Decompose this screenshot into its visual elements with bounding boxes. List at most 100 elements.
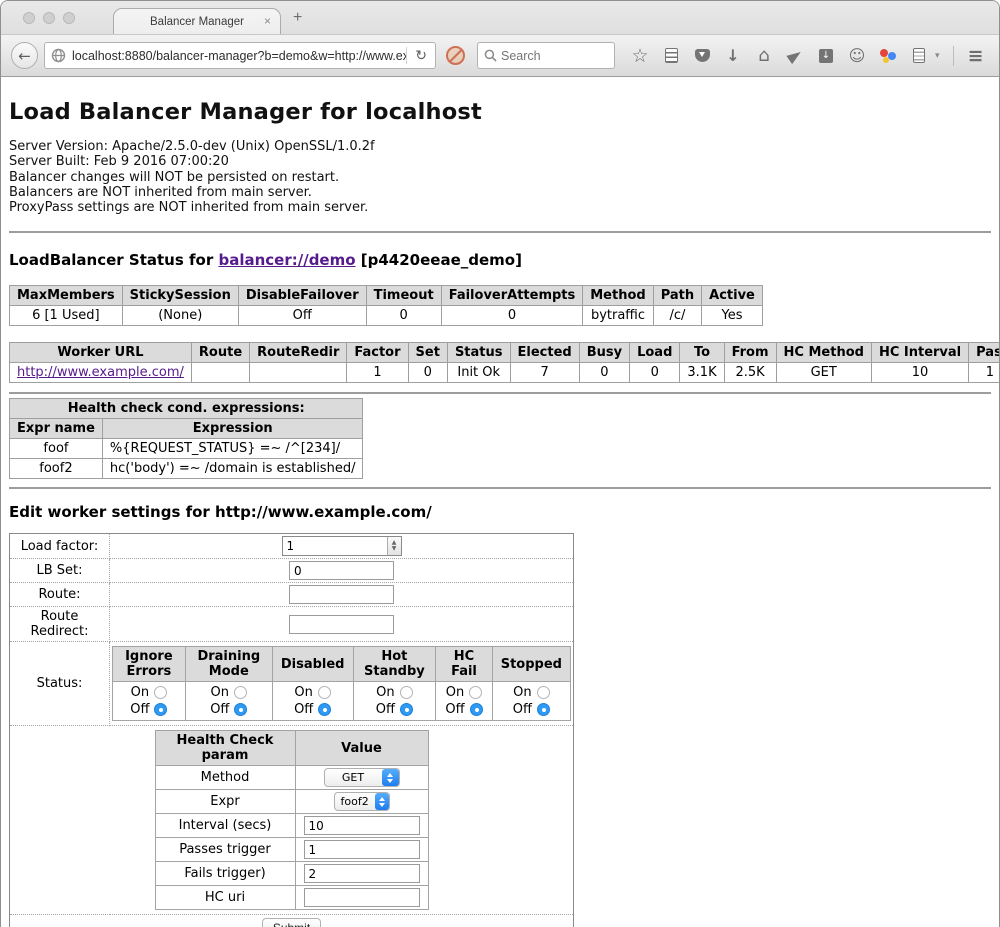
search-bar[interactable] — [477, 42, 615, 69]
reading-list-clipboard-icon[interactable] — [662, 47, 680, 65]
expr-name: foof2 — [10, 459, 103, 479]
hc-fail-on-radio[interactable] — [469, 686, 482, 699]
fails-input[interactable] — [304, 864, 420, 883]
fails-row: Fails trigger) — [155, 862, 428, 886]
container-caret-icon[interactable]: ▾ — [935, 51, 940, 61]
balancer-status-heading: LoadBalancer Status for balancer://demo … — [9, 251, 991, 269]
failoverattempts-value: 0 — [441, 306, 583, 326]
new-tab-button[interactable]: + — [293, 9, 302, 27]
passes-row: Passes trigger — [155, 838, 428, 862]
col-expression: Expression — [102, 419, 363, 439]
interval-row: Interval (secs) — [155, 814, 428, 838]
method-label: Method — [155, 766, 295, 790]
balancer-params-header-row: MaxMembers StickySession DisableFailover… — [10, 286, 763, 306]
route-redirect-label: Route Redirect: — [10, 607, 110, 642]
browser-tab[interactable]: Balancer Manager × — [113, 8, 281, 34]
number-stepper-icon[interactable]: ▲▼ — [387, 537, 401, 555]
interval-input[interactable] — [304, 816, 420, 835]
worker-passes: 1 (0) — [969, 363, 999, 383]
col-set: Set — [408, 343, 447, 363]
bookmark-star-icon[interactable]: ☆ — [631, 47, 649, 65]
content-blocked-icon[interactable] — [446, 46, 465, 65]
draining-mode-off-radio[interactable] — [234, 703, 247, 716]
col-ignore-errors: Ignore Errors — [113, 647, 186, 682]
workers-table: Worker URL Route RouteRedir Factor Set S… — [9, 342, 999, 383]
stopped-off-radio[interactable] — [537, 703, 550, 716]
hot-standby-radios: On Off — [353, 682, 436, 721]
worker-busy: 0 — [579, 363, 629, 383]
menu-icon[interactable]: ≡ — [967, 47, 985, 65]
stopped-on-radio[interactable] — [537, 686, 550, 699]
balancer-params-value-row: 6 [1 Used] (None) Off 0 0 bytraffic /c/ … — [10, 306, 763, 326]
maxmembers-value: 6 [1 Used] — [10, 306, 123, 326]
home-icon[interactable]: ⌂ — [755, 47, 773, 65]
disabled-on-radio[interactable] — [318, 686, 331, 699]
hc-uri-label: HC uri — [155, 886, 295, 910]
ignore-errors-on-radio[interactable] — [154, 686, 167, 699]
feedback-smiley-icon[interactable]: ☺ — [848, 47, 866, 65]
col-draining-mode: Draining Mode — [185, 647, 272, 682]
timeout-value: 0 — [366, 306, 441, 326]
send-tab-icon[interactable] — [786, 47, 804, 65]
container-extension-icon[interactable] — [910, 47, 928, 65]
site-identity-globe-icon[interactable] — [45, 48, 72, 63]
disabled-radios: On Off — [272, 682, 353, 721]
passes-input[interactable] — [304, 840, 420, 859]
col-worker-url: Worker URL — [10, 343, 192, 363]
url-bar[interactable]: ↻ — [44, 42, 436, 69]
lb-set-input[interactable] — [289, 561, 394, 580]
ignore-errors-off-radio[interactable] — [154, 703, 167, 716]
worker-url-link[interactable]: http://www.example.com/ — [17, 365, 184, 380]
balancer-demo-link[interactable]: balancer://demo — [218, 251, 355, 269]
route-input[interactable] — [289, 585, 394, 604]
health-expressions-title: Health check cond. expressions: — [10, 399, 363, 419]
back-button[interactable]: ← — [11, 42, 38, 69]
ignore-errors-radios: On Off — [113, 682, 186, 721]
colored-dots-extension-icon[interactable] — [879, 47, 897, 65]
col-method: Method — [583, 286, 653, 306]
disablefailover-value: Off — [238, 306, 366, 326]
method-select[interactable]: GET — [324, 768, 400, 787]
col-hc-method: HC Method — [776, 343, 871, 363]
url-input[interactable] — [72, 49, 406, 63]
col-status: Status — [447, 343, 510, 363]
draining-mode-on-radio[interactable] — [234, 686, 247, 699]
zoom-window-button[interactable] — [63, 12, 75, 24]
reload-icon[interactable]: ↻ — [407, 48, 435, 64]
downloads-icon[interactable]: ↓ — [724, 47, 742, 65]
search-icon — [484, 49, 497, 62]
hc-uri-input[interactable] — [304, 888, 420, 907]
page-title: Load Balancer Manager for localhost — [9, 77, 991, 125]
hot-standby-off-radio[interactable] — [400, 703, 413, 716]
submit-button[interactable]: Submit — [262, 918, 321, 927]
col-value: Value — [295, 731, 428, 766]
back-icon: ← — [18, 47, 31, 65]
worker-hc-interval: 10 — [871, 363, 968, 383]
col-passes: Passes — [969, 343, 999, 363]
passes-label: Passes trigger — [155, 838, 295, 862]
route-redirect-input[interactable] — [289, 615, 394, 634]
search-input[interactable] — [501, 49, 601, 63]
col-disabled: Disabled — [272, 647, 353, 682]
pocket-icon[interactable] — [693, 47, 711, 65]
expr-select[interactable]: foof2 — [334, 792, 390, 811]
divider — [9, 231, 991, 233]
persist-notice-line: Balancer changes will NOT be persisted o… — [9, 170, 991, 185]
tab-close-icon[interactable]: × — [264, 14, 271, 28]
close-window-button[interactable] — [23, 12, 35, 24]
interval-label: Interval (secs) — [155, 814, 295, 838]
stopped-radios: On Off — [492, 682, 570, 721]
page-content: Load Balancer Manager for localhost Serv… — [1, 77, 999, 927]
disabled-off-radio[interactable] — [318, 703, 331, 716]
load-factor-input[interactable] — [283, 537, 387, 555]
minimize-window-button[interactable] — [43, 12, 55, 24]
worker-status: Init Ok — [447, 363, 510, 383]
inherit-notice-line: Balancers are NOT inherited from main se… — [9, 185, 991, 200]
divider — [9, 392, 991, 394]
submit-row: Submit — [10, 915, 574, 927]
save-page-icon[interactable]: ↓ — [817, 47, 835, 65]
hc-fail-off-radio[interactable] — [470, 703, 483, 716]
hot-standby-on-radio[interactable] — [400, 686, 413, 699]
proxypass-notice-line: ProxyPass settings are NOT inherited fro… — [9, 200, 991, 215]
server-built-line: Server Built: Feb 9 2016 07:00:20 — [9, 154, 991, 169]
